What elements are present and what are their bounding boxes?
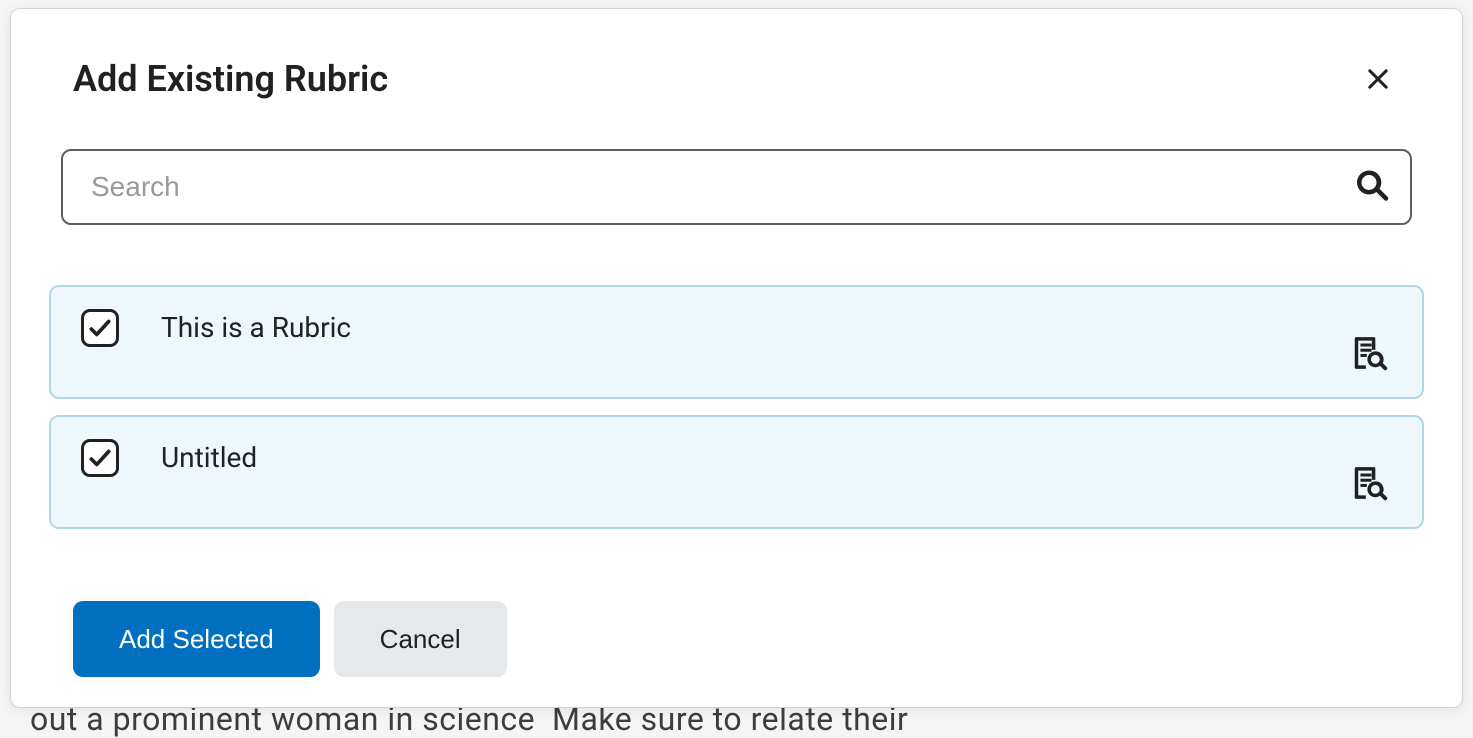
checkmark-icon (87, 445, 113, 471)
rubric-row[interactable]: Untitled (49, 415, 1424, 529)
search-field-wrap (61, 149, 1412, 225)
dialog-footer: Add Selected Cancel (73, 601, 1400, 677)
checkmark-icon (87, 315, 113, 341)
dialog-title: Add Existing Rubric (73, 58, 388, 100)
search-input[interactable] (61, 149, 1412, 225)
search-icon (1354, 192, 1390, 207)
rubric-label: This is a Rubric (161, 311, 351, 344)
close-button[interactable] (1356, 57, 1400, 101)
preview-rubric-button[interactable] (1346, 330, 1392, 379)
search-button[interactable] (1348, 162, 1396, 213)
close-icon (1364, 65, 1392, 93)
rubric-checkbox[interactable] (81, 309, 119, 347)
rubric-checkbox[interactable] (81, 439, 119, 477)
rubric-list: This is a Rubric Unti (49, 285, 1424, 529)
add-existing-rubric-dialog: Add Existing Rubric This is a Rubric (10, 8, 1463, 708)
rubric-label: Untitled (161, 441, 257, 474)
preview-rubric-icon (1350, 490, 1388, 505)
cancel-button[interactable]: Cancel (334, 601, 507, 677)
dialog-header: Add Existing Rubric (73, 57, 1400, 101)
add-selected-button[interactable]: Add Selected (73, 601, 320, 677)
preview-rubric-button[interactable] (1346, 460, 1392, 509)
rubric-row[interactable]: This is a Rubric (49, 285, 1424, 399)
preview-rubric-icon (1350, 360, 1388, 375)
